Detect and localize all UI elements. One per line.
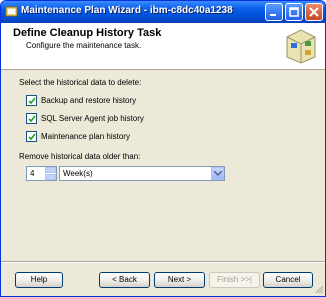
wizard-window: Maintenance Plan Wizard - ibm-c8dc40a123… [0,0,326,297]
resize-grip-icon[interactable] [315,285,324,296]
back-button[interactable]: < Back [99,272,150,288]
stepper-down-button[interactable] [45,174,56,180]
agent-job-history-checkbox[interactable] [26,113,37,124]
maintenance-plan-history-checkbox[interactable] [26,131,37,142]
agent-job-history-label[interactable]: SQL Server Agent job history [41,114,144,123]
footer-divider [1,261,325,263]
maintenance-plan-history-label[interactable]: Maintenance plan history [41,132,130,141]
app-icon [5,5,18,18]
wizard-header: Define Cleanup History Task Configure th… [1,23,325,70]
age-value[interactable]: 4 [30,169,34,178]
backup-history-checkbox[interactable] [26,95,37,106]
cancel-button[interactable]: Cancel [263,272,313,288]
select-data-label: Select the historical data to delete: [19,78,142,87]
page-subtitle: Configure the maintenance task. [26,41,142,50]
maximize-button[interactable] [285,3,303,21]
stepper-up-button[interactable] [45,167,56,173]
help-button[interactable]: Help [15,272,63,288]
age-unit-select[interactable]: Week(s) [59,166,225,181]
next-button[interactable]: Next > [154,272,205,288]
title-bar[interactable]: Maintenance Plan Wizard - ibm-c8dc40a123… [1,1,325,23]
minimize-button[interactable] [265,3,283,21]
finish-button[interactable]: Finish >>| [209,272,260,288]
close-button[interactable] [305,3,323,21]
dropdown-button[interactable] [211,167,224,180]
age-unit-value[interactable]: Week(s) [63,169,93,178]
page-title: Define Cleanup History Task [13,27,162,39]
window-title: Maintenance Plan Wizard - ibm-c8dc40a123… [21,5,233,16]
wizard-content: Select the historical data to delete: Ba… [1,70,325,260]
wizard-banner-icon [283,27,319,67]
backup-history-label[interactable]: Backup and restore history [41,96,136,105]
age-stepper[interactable]: 4 [26,166,57,181]
remove-older-label: Remove historical data older than: [19,152,141,161]
stepper-buttons [45,167,56,180]
